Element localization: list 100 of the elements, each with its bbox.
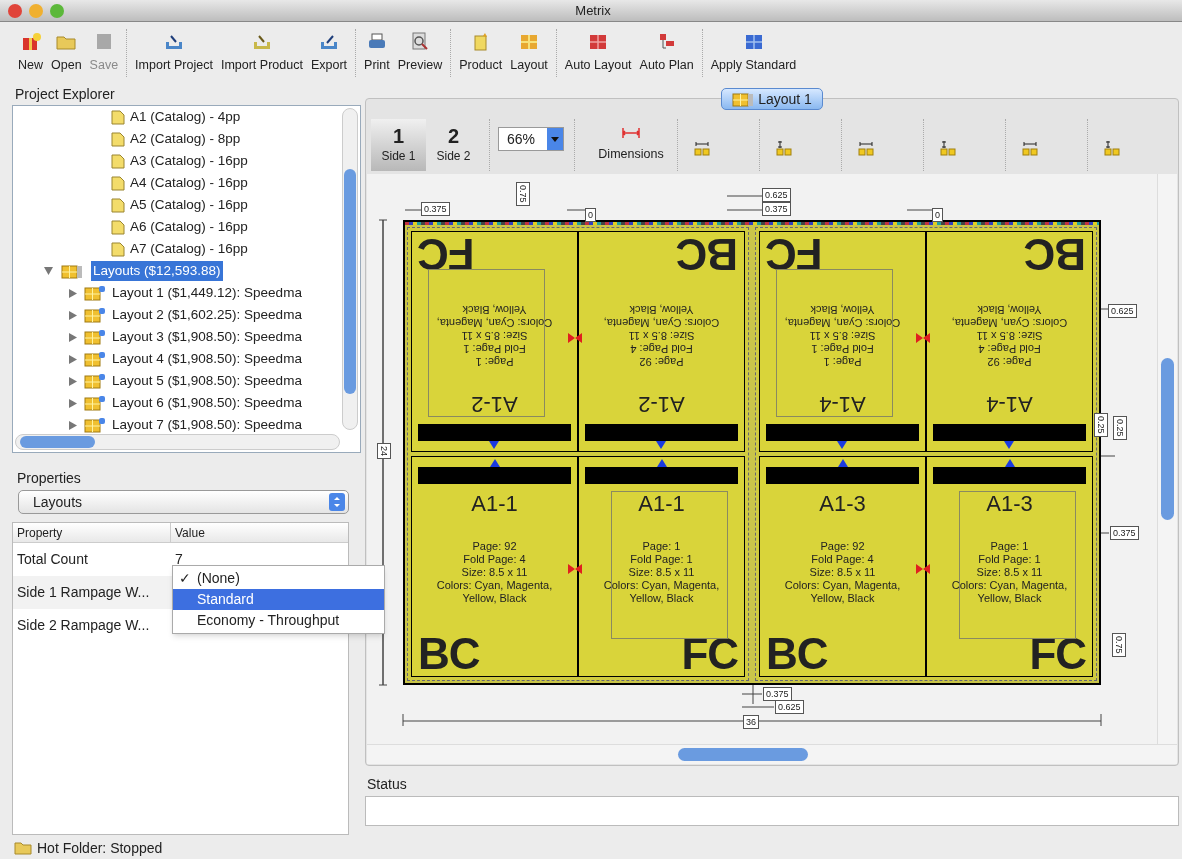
tree-item[interactable]: Layout 5 ($1,908.50): Speedma [112,370,302,392]
expanded-arrow-icon[interactable] [43,267,53,275]
corner-label: FC [418,232,475,276]
page-info: Page: 92 Fold Page: 4 Size: 8.5 x 11 Colors: Cyan, Magenta, Yellow, Black [603,303,720,369]
property-name: Side 1 Rampage W... [16,583,151,602]
locked-grid-icon [84,395,106,411]
toolbar-button[interactable]: Product [455,31,507,75]
collapsed-arrow-icon[interactable] [68,332,78,342]
tree-item[interactable]: A7 (Catalog) - 16pp [130,238,248,260]
scroll-thumb[interactable] [20,436,95,448]
bowtie-marker-icon [916,564,930,574]
align-boxes-icon[interactable] [694,140,712,158]
menu-item[interactable]: ✓ (None) [173,568,384,589]
toolbar-button[interactable]: Export [306,31,352,75]
tree-item[interactable]: Layout 3 ($1,908.50): Speedma [112,326,302,348]
scroll-thumb[interactable] [1161,358,1174,520]
selector-dropdown[interactable]: Layouts [18,490,349,514]
page-info: Page: 92 Fold Page: 4 Size: 8.5 x 11 Colors: Cyan, Magenta, Yellow, Black [784,539,901,605]
toolbar-button[interactable]: Open [47,31,86,75]
collapsed-arrow-icon[interactable] [68,354,78,364]
toolbar-button[interactable]: Import Product [216,31,307,75]
horizontal-scrollbar[interactable] [15,434,340,450]
align-boxes-icon[interactable] [940,140,958,158]
locked-grid-icon [84,307,106,323]
tree-item[interactable]: A1 (Catalog) - 4pp [130,106,241,128]
tree-item[interactable]: A2 (Catalog) - 8pp [130,128,241,150]
toolbar-button[interactable]: Auto Plan [635,31,698,75]
triangle-marker-icon [656,441,667,449]
document-icon [111,219,125,235]
dimension-label: 0.625 [762,188,791,202]
tree-item[interactable]: Layout 4 ($1,908.50): Speedma [112,348,302,370]
corner-label: BC [418,632,480,676]
collapsed-arrow-icon[interactable] [68,288,78,298]
toolbar-button[interactable]: Apply Standard [706,31,801,75]
align-boxes-icon[interactable] [776,140,794,158]
column-header[interactable]: Property [13,523,171,542]
menu-item[interactable]: Standard [173,589,384,610]
side-tab[interactable]: 2 Side 2 [426,119,481,171]
dimension-label: 0 [932,208,943,222]
page-title: A1-2 [471,391,518,418]
zoom-combo[interactable]: 66% [498,127,564,151]
tree-item[interactable]: Layouts ($12,593.88) [91,260,223,282]
scroll-thumb[interactable] [344,169,356,394]
corner-label: BC [766,632,828,676]
triangle-marker-icon [656,459,667,467]
corner-label: FC [766,232,823,276]
triangle-marker-icon [489,441,500,449]
triangle-marker-icon [1004,459,1015,467]
dimension-label: 0.75 [1112,633,1126,657]
toolbar-button[interactable]: Import Project [131,31,217,75]
tree-item[interactable]: A5 (Catalog) - 16pp [130,194,248,216]
vertical-scrollbar[interactable] [342,108,358,430]
toolbar-button[interactable]: Print [360,31,394,75]
column-header[interactable]: Value [171,523,348,542]
toolbar-button[interactable]: Layout [506,31,552,75]
property-name: Side 2 Rampage W... [16,616,151,635]
close-button[interactable] [8,3,22,18]
page-info: Page: 1 Fold Page: 1 Size: 8.5 x 11 Colors: Cyan, Magenta, Yellow, Black [436,303,553,369]
dimension-label: 0.375 [1110,526,1139,540]
collapsed-arrow-icon[interactable] [68,398,78,408]
document-icon [111,241,125,257]
align-boxes-icon[interactable] [1104,140,1122,158]
tree-item[interactable]: Layout 2 ($1,602.25): Speedma [112,304,302,326]
page-title: A1-3 [986,490,1033,518]
tree-item[interactable]: A6 (Catalog) - 16pp [130,216,248,238]
tree-item[interactable]: A3 (Catalog) - 16pp [130,150,248,172]
triangle-marker-icon [837,441,848,449]
menu-item[interactable]: Economy - Throughput [173,610,384,631]
dimension-label: 36 [743,715,759,729]
scroll-thumb[interactable] [678,748,808,761]
page-title: A1-2 [638,391,685,418]
toolbar-button[interactable]: New [14,31,47,75]
page-info: Page: 92 Fold Page: 4 Size: 8.5 x 11 Colors: Cyan, Magenta, Yellow, Black [436,539,553,605]
page-title: A1-4 [986,391,1033,418]
collapsed-arrow-icon[interactable] [68,310,78,320]
triangle-marker-icon [837,459,848,467]
tree-item[interactable]: Layout 6 ($1,908.50): Speedma [112,392,302,414]
align-boxes-icon[interactable] [1022,140,1040,158]
bowtie-marker-icon [568,333,582,343]
tree-item[interactable]: A4 (Catalog) - 16pp [130,172,248,194]
dimensions-button[interactable]: Dimensions [585,119,677,171]
toolbar-button[interactable]: Preview [393,31,447,75]
tree-item[interactable]: Layout 1 ($1,449.12): Speedma [112,282,302,304]
dimension-label: 0.25 [1113,416,1127,440]
horizontal-scrollbar[interactable] [367,744,1177,764]
triangle-marker-icon [1004,441,1015,449]
tab[interactable]: Layout 1 [721,88,823,110]
locked-grid-icon [84,285,106,301]
page-title: A1-1 [471,490,518,518]
locked-grid-icon [84,351,106,367]
tree-item[interactable]: Layout 7 ($1,908.50): Speedma [112,414,302,436]
toolbar-button[interactable]: Auto Layout [560,31,636,75]
align-boxes-icon[interactable] [858,140,876,158]
collapsed-arrow-icon[interactable] [68,376,78,386]
zoom-button[interactable] [50,3,64,18]
collapsed-arrow-icon[interactable] [68,420,78,430]
side-tab[interactable]: 1 Side 1 [371,119,426,171]
stepper-arrows-icon [329,493,345,511]
triangle-marker-icon [489,459,500,467]
vertical-scrollbar[interactable] [1157,174,1177,744]
